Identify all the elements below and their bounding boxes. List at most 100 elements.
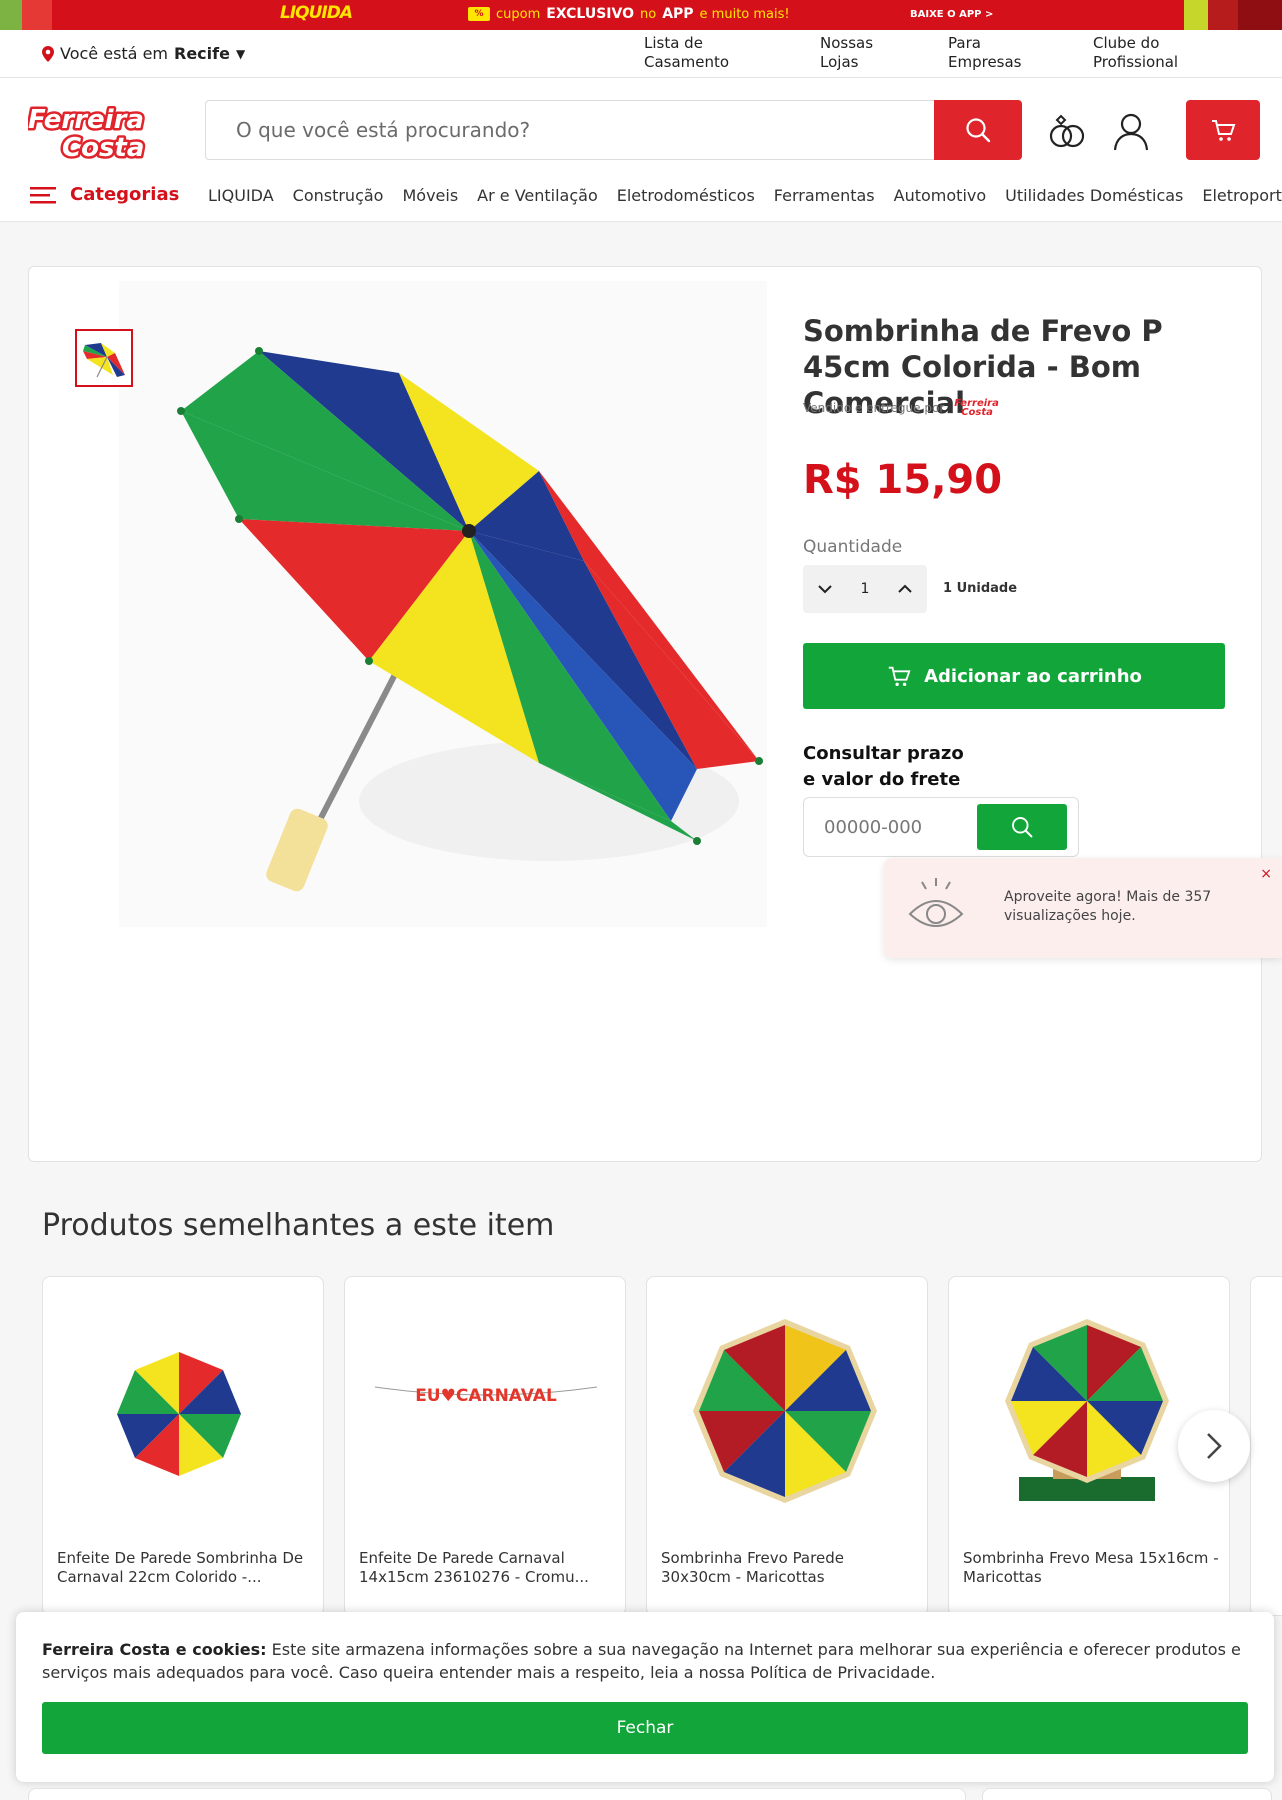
nav-items: LIQUIDA Construção Móveis Ar e Ventilaçã… [208,186,1282,205]
promo-liquida-logo: LIQUIDA [280,3,353,23]
link-line: Lista de [644,34,703,52]
user-account-icon[interactable] [1110,110,1152,152]
coupon-icon: % [468,7,490,21]
cep-form [803,797,1079,857]
nav-item-construcao[interactable]: Construção [293,186,384,205]
product-tile[interactable] [1250,1276,1282,1616]
promo-decor [22,0,52,30]
link-line: Profissional [1093,53,1179,71]
views-message: Aproveite agora! Mais de 357 visualizaçõ… [1004,889,1212,924]
close-icon[interactable]: × [1260,866,1272,882]
cookie-text: Ferreira Costa e cookies: Este site arma… [42,1638,1242,1684]
cookie-banner: Ferreira Costa e cookies: Este site arma… [16,1612,1274,1782]
link-stores[interactable]: Nossas Lojas [820,34,873,72]
quantity-unit: 1 Unidade [943,581,1018,596]
cep-search-button[interactable] [977,804,1067,850]
nav-item-liquida[interactable]: LIQUIDA [208,186,274,205]
promo-coupon[interactable]: % cupom EXCLUSIVO no APP e muito mais! [468,6,790,22]
categories-label: Categorias [70,184,180,205]
seller-logo: Ferreira Costa [954,398,999,418]
promo-bar[interactable]: LIQUIDA % cupom EXCLUSIVO no APP e muito… [0,0,1282,30]
nav-item-automotivo[interactable]: Automotivo [894,186,987,205]
product-tile-name: Enfeite De Parede Carnaval 14x15cm 23610… [359,1549,589,1586]
chevron-down-icon[interactable] [817,584,833,594]
quantity-stepper: 1 [803,565,927,613]
svg-text:Costa: Costa [62,133,144,162]
chevron-up-icon[interactable] [897,584,913,594]
caret-down-icon: ▼ [235,46,246,61]
cep-input[interactable] [804,798,974,856]
product-main-image[interactable] [119,281,767,927]
sold-by-label: Vendido e entregue por [803,401,945,415]
product-tile-image [1005,1319,1169,1501]
umbrella-image [177,347,763,892]
carousel-next-button[interactable] [1178,1410,1250,1482]
add-to-cart-label: Adicionar ao carrinho [924,665,1142,687]
nav-item-moveis[interactable]: Móveis [402,186,458,205]
nav-item-utilidades[interactable]: Utilidades Domésticas [1005,186,1183,205]
product-tile-image [693,1319,877,1503]
product-tile[interactable]: EU♥CARNAVAL Enfeite De Parede Carnaval 1… [344,1276,626,1616]
cart-icon [1212,120,1236,141]
wedding-rings-icon[interactable] [1046,110,1088,152]
content-panel [28,1788,966,1800]
search-icon [966,118,991,143]
promo-decor [1184,0,1208,30]
header: Ferreira Ferreira Costa Costa [0,78,1282,172]
link-line: Clube do [1093,34,1160,52]
download-app-link[interactable]: BAIXE O APP > [910,9,993,20]
product-tile[interactable]: Sombrinha Frevo Parede 30x30cm - Maricot… [646,1276,928,1616]
similar-products-title: Produtos semelhantes a este item [42,1208,555,1243]
product-tile-image: EU♥CARNAVAL [374,1386,598,1406]
promo-text: e muito mais! [699,6,790,22]
nav-item-ferramentas[interactable]: Ferramentas [774,186,875,205]
seller-info: Vendido e entregue por Ferreira Costa [803,398,999,418]
chevron-right-icon [1207,1433,1222,1459]
cart-icon [888,666,911,687]
product-tile-name: Sombrinha Frevo Mesa 15x16cm - Maricotta… [963,1549,1219,1586]
product-tile-name: Sombrinha Frevo Parede 30x30cm - Maricot… [661,1549,844,1586]
views-notification: Aproveite agora! Mais de 357 visualizaçõ… [884,858,1282,958]
eye-icon [908,878,964,927]
umbrella-thumb-image [83,343,125,378]
search-bar [205,100,1022,160]
link-line: Casamento [644,53,730,71]
search-icon [1012,817,1033,838]
content-panel [982,1788,1272,1800]
shipping-title: Consultar prazo e valor do frete [803,741,964,793]
promo-decor [1238,0,1282,30]
location-prefix: Você está em [60,44,168,63]
location-city: Recife [174,44,230,63]
svg-text:EU♥CARNAVAL: EU♥CARNAVAL [415,1386,557,1406]
utility-bar: Você está em Recife ▼ Lista de Casamento… [0,30,1282,78]
promo-text: cupom [496,6,541,22]
link-wedding-list[interactable]: Lista de Casamento [644,34,729,72]
link-line: Nossas [820,34,874,52]
product-price: R$ 15,90 [803,457,1003,503]
shipping-line: Consultar prazo [803,743,964,764]
search-input[interactable] [206,101,936,159]
cart-button[interactable] [1186,100,1260,160]
quantity-value[interactable]: 1 [861,581,870,597]
cookie-title: Ferreira Costa e cookies: [42,1640,267,1659]
search-button[interactable] [934,100,1022,160]
link-business[interactable]: Para Empresas [948,34,1022,72]
nav-item-eletrodomesticos[interactable]: Eletrodomésticos [617,186,755,205]
shipping-line: e valor do frete [803,769,961,790]
nav-item-eletroportateis[interactable]: Eletroportáteis [1202,186,1282,205]
promo-text: EXCLUSIVO [546,6,634,22]
product-tile[interactable]: Enfeite De Parede Sombrinha De Carnaval … [42,1276,324,1616]
similar-products-carousel: Enfeite De Parede Sombrinha De Carnaval … [42,1276,1282,1616]
hamburger-icon [30,186,56,203]
product-card: Sombrinha de Frevo P 45cm Colorida - Bom… [28,266,1262,1162]
promo-decor [0,0,22,30]
location-selector[interactable]: Você está em Recife ▼ [42,44,245,63]
nav-item-ar-ventilacao[interactable]: Ar e Ventilação [477,186,598,205]
categories-menu-button[interactable]: Categorias [30,184,179,205]
cookie-close-button[interactable]: Fechar [42,1702,1248,1754]
product-thumbnail[interactable] [75,329,133,387]
add-to-cart-button[interactable]: Adicionar ao carrinho [803,643,1225,709]
promo-decor [1208,0,1238,30]
link-pro-club[interactable]: Clube do Profissional [1093,34,1178,72]
ferreira-costa-logo[interactable]: Ferreira Ferreira Costa Costa [28,102,178,163]
